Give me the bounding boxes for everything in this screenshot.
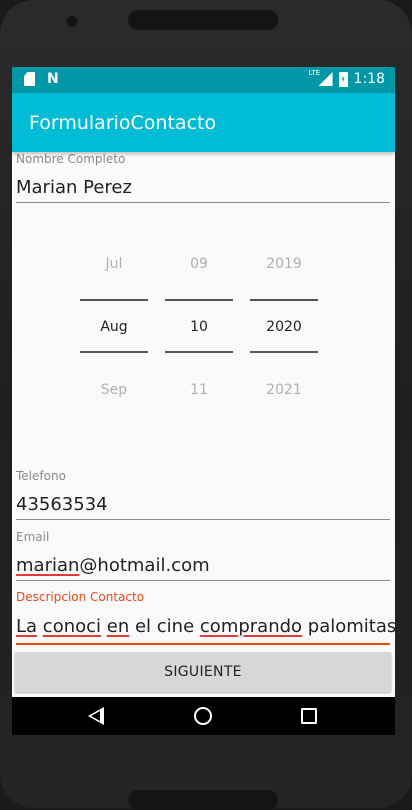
descripcion-field[interactable]: Descripcion Contacto La conoci en el cin… — [16, 590, 395, 646]
descripcion-label: Descripcion Contacto — [16, 590, 145, 604]
status-bar: N LTE 1:18 — [12, 67, 395, 93]
descripcion-word-1: La — [16, 616, 38, 637]
telefono-underline — [16, 519, 390, 520]
day-selected[interactable]: 10 — [165, 319, 233, 335]
telefono-input[interactable]: 43563534 — [16, 494, 108, 515]
nombre-input[interactable]: Marian Perez — [16, 177, 132, 198]
device-screen: N LTE 1:18 FormularioContacto Nombre Com… — [12, 67, 395, 735]
day-next[interactable]: 11 — [165, 382, 233, 398]
descripcion-word-6: palomitas — [307, 616, 395, 637]
year-next[interactable]: 2021 — [250, 382, 318, 398]
n-notification-icon: N — [47, 71, 59, 87]
back-icon[interactable] — [88, 707, 104, 725]
email-misspelled-word: marian — [16, 555, 80, 576]
descripcion-underline — [16, 643, 390, 645]
year-divider-top — [250, 299, 318, 301]
email-underline — [16, 580, 390, 581]
descripcion-word-3: en — [106, 616, 130, 637]
app-bar: FormularioContacto — [12, 93, 395, 152]
day-divider-top — [165, 299, 233, 301]
nombre-field[interactable]: Nombre Completo Marian Perez — [16, 152, 390, 204]
home-icon[interactable] — [194, 707, 212, 725]
day-divider-bottom — [165, 351, 233, 353]
siguiente-button[interactable]: SIGUIENTE — [15, 652, 391, 692]
email-input[interactable]: marian@hotmail.com — [16, 555, 210, 576]
telefono-field[interactable]: Telefono 43563534 — [16, 469, 390, 521]
day-prev[interactable]: 09 — [165, 256, 233, 272]
email-domain: @hotmail.com — [79, 555, 210, 576]
navigation-bar — [12, 697, 395, 735]
year-prev[interactable]: 2019 — [250, 256, 318, 272]
telefono-label: Telefono — [16, 469, 66, 483]
battery-charging-icon — [338, 71, 348, 87]
descripcion-word-4: el cine — [134, 616, 195, 637]
phone-frame: N LTE 1:18 FormularioContacto Nombre Com… — [0, 0, 412, 810]
month-next[interactable]: Sep — [80, 382, 148, 398]
status-clock: 1:18 — [353, 71, 385, 87]
year-picker[interactable]: 2019 2020 2021 — [250, 247, 318, 417]
nombre-underline — [16, 202, 390, 203]
bottom-speaker — [128, 790, 278, 810]
email-field[interactable]: Email marian@hotmail.com — [16, 530, 390, 582]
sd-card-icon — [24, 72, 35, 86]
app-title: FormularioContacto — [29, 112, 217, 134]
year-divider-bottom — [250, 351, 318, 353]
recents-icon[interactable] — [301, 708, 317, 724]
email-label: Email — [16, 530, 50, 544]
day-picker[interactable]: 09 10 11 — [165, 247, 233, 417]
month-selected[interactable]: Aug — [80, 319, 148, 335]
year-selected[interactable]: 2020 — [250, 319, 318, 335]
descripcion-word-5: comprando — [199, 616, 303, 637]
month-divider-top — [80, 299, 148, 301]
month-divider-bottom — [80, 351, 148, 353]
front-camera — [67, 16, 77, 26]
month-prev[interactable]: Jul — [80, 256, 148, 272]
descripcion-input[interactable]: La conoci en el cine comprando palomitas — [16, 615, 395, 637]
month-picker[interactable]: Jul Aug Sep — [80, 247, 148, 417]
descripcion-word-2: conoci — [42, 616, 102, 637]
top-speaker — [128, 10, 278, 30]
network-type-label: LTE — [308, 69, 321, 77]
nombre-label: Nombre Completo — [16, 152, 126, 166]
contact-form: Nombre Completo Marian Perez Jul Aug Sep… — [12, 152, 395, 697]
signal-icon: LTE — [309, 69, 333, 86]
